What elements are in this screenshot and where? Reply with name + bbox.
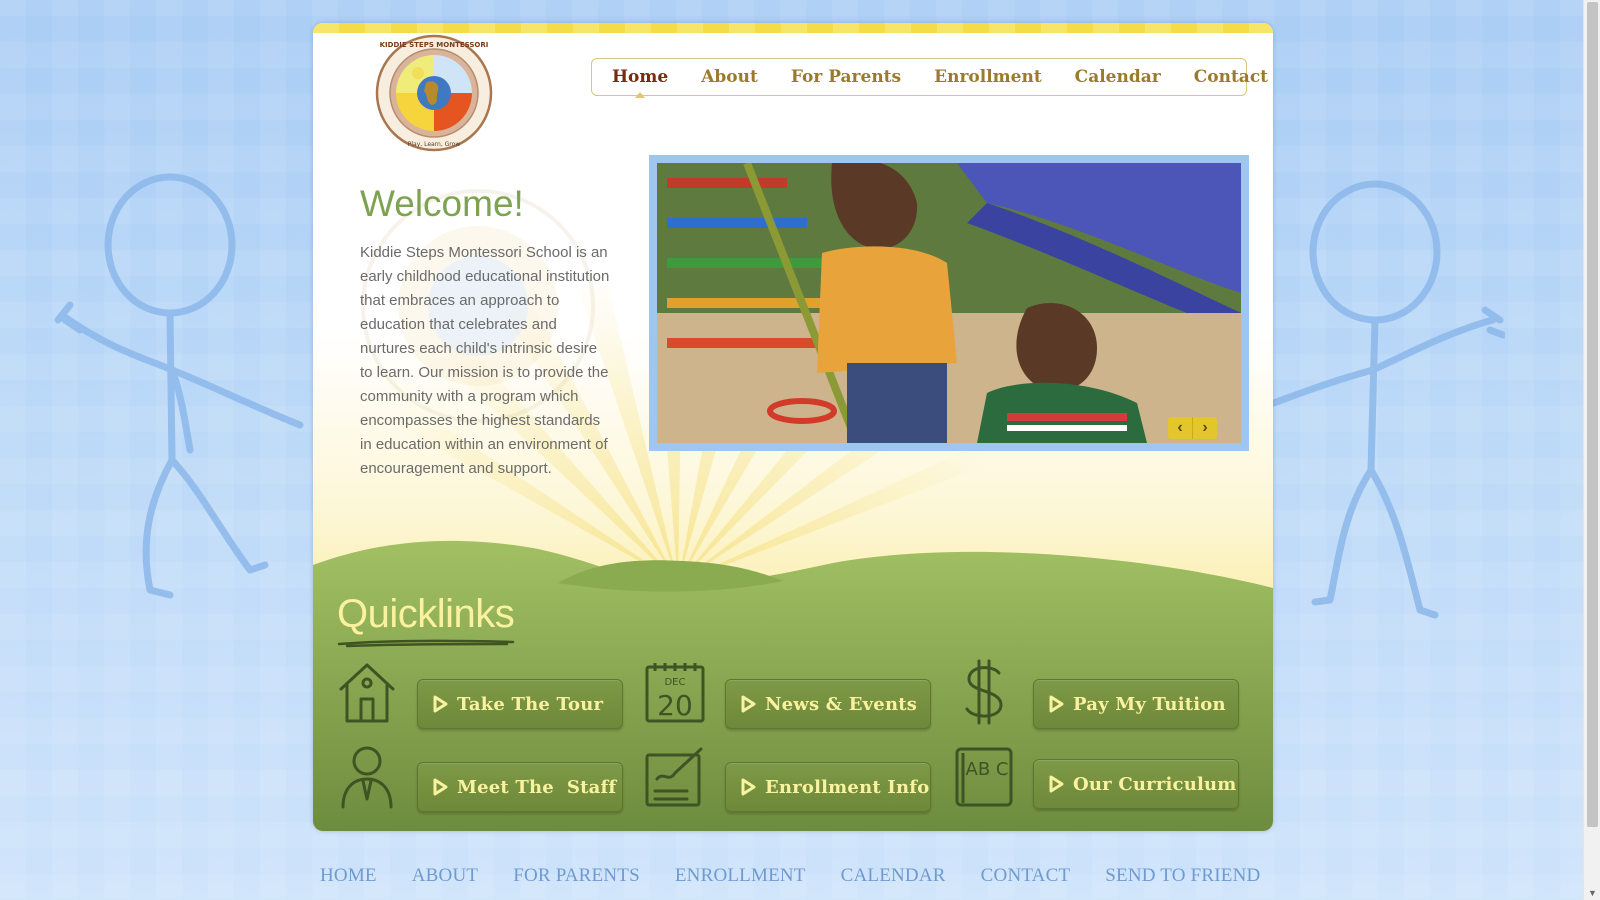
- main-navigation: Home About For Parents Enrollment Calend…: [591, 58, 1268, 98]
- quicklinks-underline: [337, 639, 515, 648]
- play-arrow-icon: [1049, 695, 1064, 713]
- footer-navigation: HOME ABOUT FOR PARENTS ENROLLMENT CALEND…: [320, 865, 1295, 887]
- footer-link-contact[interactable]: CONTACT: [981, 865, 1071, 887]
- slider-photo: [657, 163, 1241, 443]
- main-page-container: KIDDIE STEPS MONTESSORI Play, Learn, Gro…: [313, 23, 1273, 831]
- nav-item-contact[interactable]: Contact: [1194, 67, 1268, 87]
- logo-tagline: Play, Learn, Grow: [408, 141, 461, 148]
- play-arrow-icon: [433, 695, 448, 713]
- dollar-icon: [965, 659, 1003, 725]
- footer-link-calendar[interactable]: CALENDAR: [841, 865, 946, 887]
- children-playground-photo: [657, 163, 1241, 443]
- nav-item-enrollment[interactable]: Enrollment: [934, 67, 1042, 87]
- nav-item-about[interactable]: About: [701, 67, 758, 87]
- news-and-events-label: News & Events: [765, 693, 918, 715]
- play-arrow-icon: [1049, 775, 1064, 793]
- calendar-icon-month: DEC: [664, 677, 685, 688]
- photo-slider: ‹ ›: [649, 155, 1249, 451]
- enrollment-info-button[interactable]: Enrollment Info: [725, 762, 931, 812]
- footer-link-enrollment[interactable]: ENROLLMENT: [675, 865, 806, 887]
- logo-arc-text: KIDDIE STEPS MONTESSORI: [380, 41, 489, 49]
- our-curriculum-button[interactable]: Our Curriculum: [1033, 759, 1239, 809]
- welcome-paragraph: Kiddie Steps Montessori School is an ear…: [360, 244, 610, 477]
- footer-link-for-parents[interactable]: FOR PARENTS: [513, 865, 640, 887]
- our-curriculum-label: Our Curriculum: [1073, 773, 1237, 795]
- calendar-icon-day: 20: [657, 689, 693, 722]
- nav-item-for-parents[interactable]: For Parents: [791, 67, 901, 87]
- enrollment-info-label: Enrollment Info: [765, 776, 930, 798]
- enrollment-form-icon: [645, 747, 703, 807]
- scrollbar-thumb[interactable]: [1587, 2, 1598, 827]
- slider-prev-button[interactable]: ‹: [1168, 417, 1192, 439]
- nav-item-calendar[interactable]: Calendar: [1075, 67, 1161, 87]
- take-the-tour-label: Take The Tour: [457, 693, 604, 715]
- child-drawing-left-decoration: [54, 173, 304, 599]
- play-arrow-icon: [741, 695, 756, 713]
- footer-link-send-to-friend[interactable]: SEND TO FRIEND: [1105, 865, 1260, 887]
- house-icon: [339, 663, 395, 723]
- footer-link-about[interactable]: ABOUT: [412, 865, 478, 887]
- nav-item-home[interactable]: Home: [612, 67, 668, 98]
- take-the-tour-button[interactable]: Take The Tour: [417, 679, 623, 729]
- quicklinks-heading: Quicklinks: [337, 592, 515, 636]
- play-arrow-icon: [433, 778, 448, 796]
- meet-the-staff-button[interactable]: Meet The Staff: [417, 762, 623, 812]
- pay-my-tuition-label: Pay My Tuition: [1073, 693, 1226, 715]
- school-logo: KIDDIE STEPS MONTESSORI Play, Learn, Gro…: [375, 34, 493, 152]
- pay-my-tuition-button[interactable]: Pay My Tuition: [1033, 679, 1239, 729]
- abc-block-icon: AB C: [955, 747, 1013, 807]
- slider-next-button[interactable]: ›: [1192, 417, 1217, 439]
- play-arrow-icon: [741, 778, 756, 796]
- footer-link-home[interactable]: HOME: [320, 865, 377, 887]
- person-icon: [341, 746, 393, 809]
- abc-block-text: AB C: [966, 759, 1009, 780]
- calendar-icon: DEC 20: [645, 663, 705, 723]
- vertical-scrollbar[interactable]: ▲ ▼: [1583, 0, 1600, 900]
- scroll-down-arrow-icon[interactable]: ▼: [1584, 886, 1600, 900]
- news-and-events-button[interactable]: News & Events: [725, 679, 931, 729]
- child-drawing-right-decoration: [1251, 180, 1505, 619]
- welcome-heading: Welcome!: [360, 183, 524, 224]
- meet-the-staff-label: Meet The Staff: [457, 776, 617, 798]
